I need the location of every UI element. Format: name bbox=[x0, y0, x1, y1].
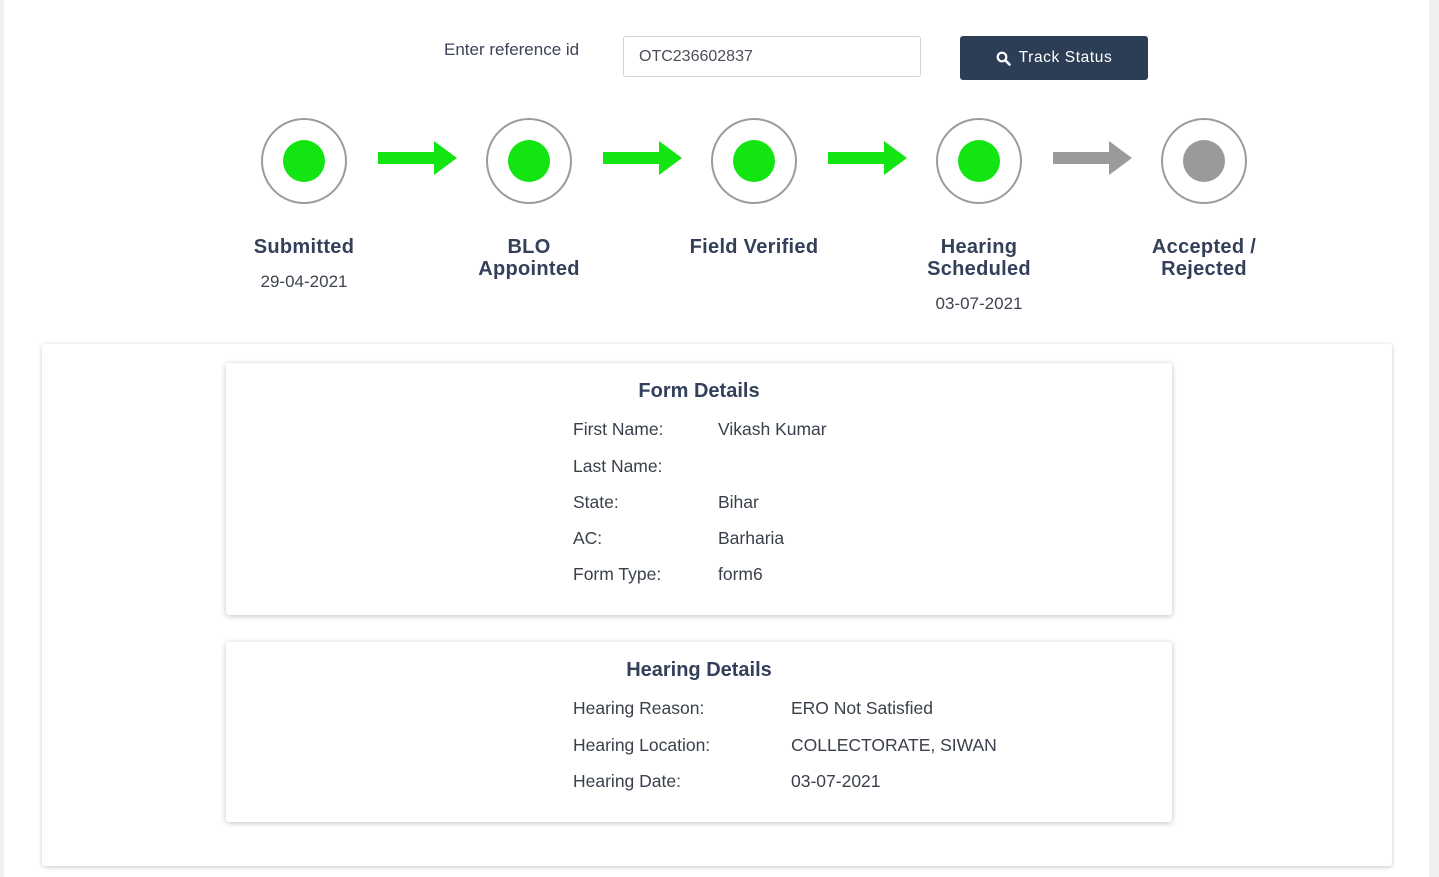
state-label: State: bbox=[573, 492, 619, 512]
track-status-button[interactable]: Track Status bbox=[960, 36, 1148, 80]
form-type-value: form6 bbox=[718, 564, 763, 584]
hearing-details-card: Hearing Details Hearing Reason: ERO Not … bbox=[226, 642, 1172, 822]
hearing-date-value: 03-07-2021 bbox=[791, 771, 881, 791]
form-type-label: Form Type: bbox=[573, 564, 662, 584]
reference-id-label: Enter reference id bbox=[444, 40, 580, 59]
hearing-location-label: Hearing Location: bbox=[573, 735, 711, 755]
step-title: Accepted / Rejected bbox=[1151, 236, 1257, 280]
first-name-value: Vikash Kumar bbox=[718, 419, 827, 439]
last-name-label: Last Name: bbox=[573, 456, 663, 476]
step-date: 03-07-2021 bbox=[935, 294, 1023, 313]
form-details-card: Form Details First Name: Vikash Kumar La… bbox=[226, 363, 1172, 615]
page: Enter reference id Track Status Submitte… bbox=[4, 0, 1429, 877]
reference-id-input[interactable] bbox=[623, 36, 921, 77]
details-panel: Form Details First Name: Vikash Kumar La… bbox=[42, 344, 1392, 866]
first-name-label: First Name: bbox=[573, 419, 664, 439]
status-dot bbox=[508, 140, 550, 182]
status-dot bbox=[958, 140, 1000, 182]
state-value: Bihar bbox=[718, 492, 759, 512]
step-submitted: Submitted 29-04-2021 bbox=[204, 118, 404, 292]
hearing-reason-label: Hearing Reason: bbox=[573, 698, 705, 718]
step-title: BLO Appointed bbox=[478, 236, 580, 280]
step-field-verified: Field Verified bbox=[654, 118, 854, 272]
search-icon bbox=[996, 51, 1011, 66]
step-circle bbox=[936, 118, 1022, 204]
step-accepted-rejected: Accepted / Rejected bbox=[1104, 118, 1304, 294]
step-blo-appointed: BLO Appointed bbox=[429, 118, 629, 294]
hearing-reason-value: ERO Not Satisfied bbox=[791, 698, 933, 718]
status-dot bbox=[733, 140, 775, 182]
step-circle bbox=[711, 118, 797, 204]
step-circle bbox=[261, 118, 347, 204]
step-circle bbox=[486, 118, 572, 204]
hearing-details-title: Hearing Details bbox=[626, 659, 772, 681]
step-circle bbox=[1161, 118, 1247, 204]
step-title: Submitted bbox=[253, 236, 355, 258]
ac-value: Barharia bbox=[718, 528, 785, 548]
hearing-location-value: COLLECTORATE, SIWAN bbox=[791, 735, 997, 755]
status-dot bbox=[1183, 140, 1225, 182]
hearing-date-label: Hearing Date: bbox=[573, 771, 681, 791]
track-status-label: Track Status bbox=[1018, 49, 1113, 66]
step-date: 29-04-2021 bbox=[260, 272, 348, 291]
step-title: Field Verified bbox=[689, 236, 819, 258]
step-title: Hearing Scheduled bbox=[927, 236, 1031, 280]
status-dot bbox=[283, 140, 325, 182]
form-details-title: Form Details bbox=[638, 380, 760, 402]
step-hearing-scheduled: Hearing Scheduled 03-07-2021 bbox=[879, 118, 1079, 314]
ac-label: AC: bbox=[573, 528, 603, 548]
